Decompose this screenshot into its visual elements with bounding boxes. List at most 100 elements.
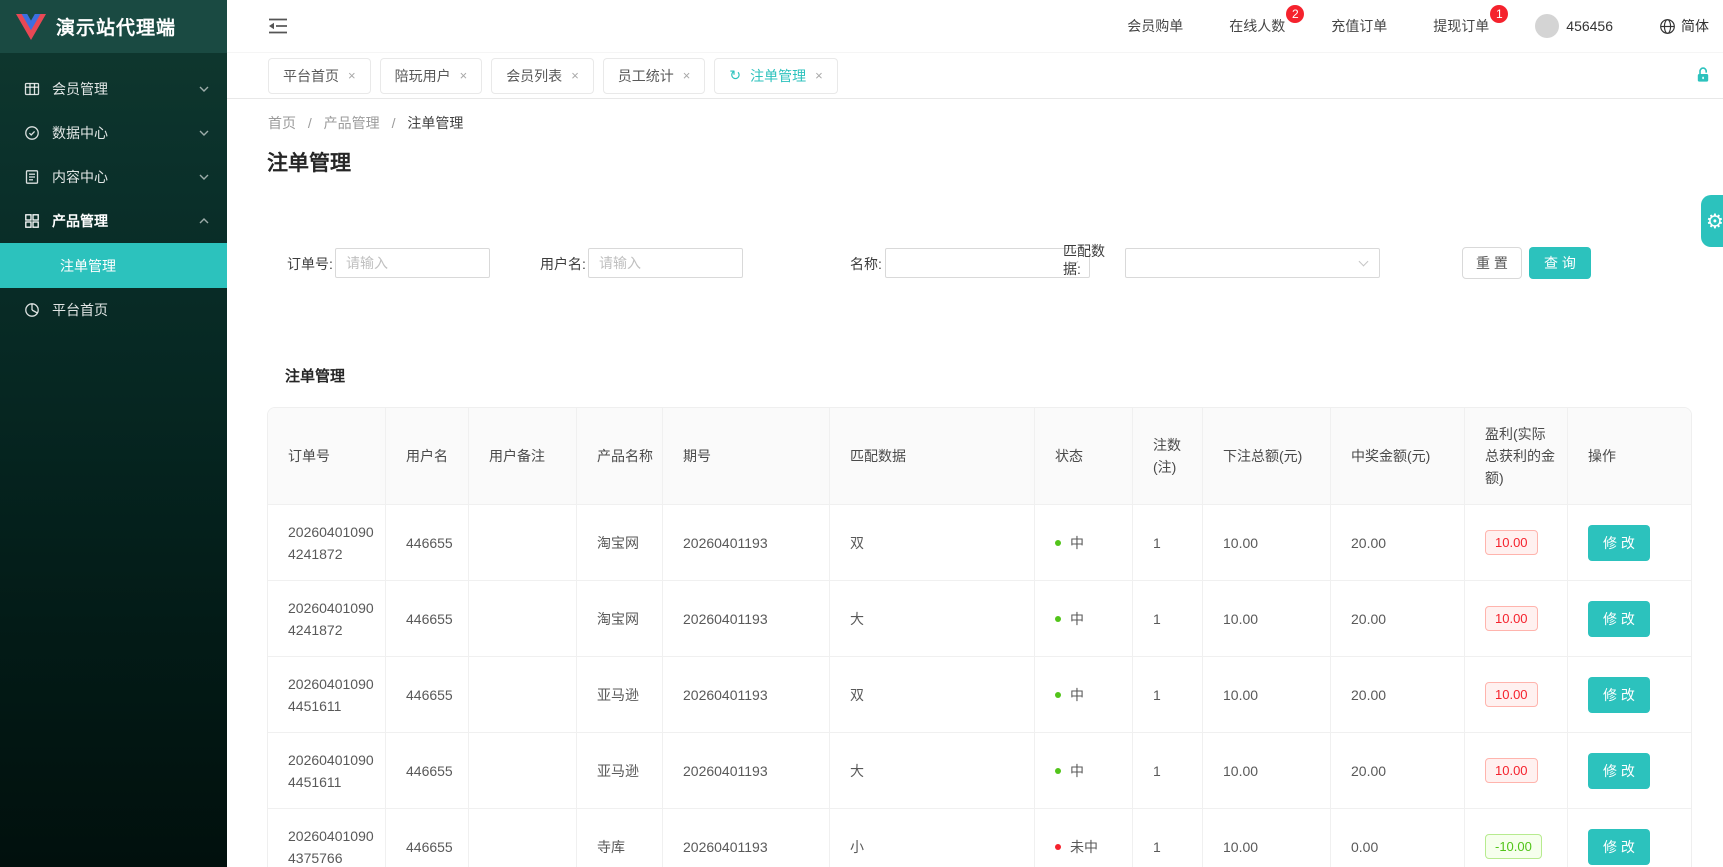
- sidebar-menu: 会员管理 数据中心 内容中心: [0, 53, 227, 332]
- cell-match: 双: [830, 657, 1035, 733]
- modify-button[interactable]: 修 改: [1588, 677, 1650, 713]
- status-dot: [1055, 768, 1061, 774]
- breadcrumb-separator: /: [308, 115, 312, 131]
- cell-status: 中: [1035, 581, 1133, 657]
- lock-icon[interactable]: [1695, 67, 1711, 84]
- status-text: 中: [1070, 608, 1084, 630]
- match-data-select[interactable]: [1125, 248, 1380, 278]
- globe-icon: [1659, 18, 1676, 35]
- breadcrumb-current: 注单管理: [407, 115, 463, 131]
- cell-product: 寺库: [577, 809, 663, 867]
- match-data-label: 匹配数据:: [1063, 242, 1115, 278]
- cell-action: 修 改: [1568, 581, 1692, 657]
- tab-platform-home[interactable]: 平台首页 ×: [268, 58, 371, 94]
- sidebar-item-bet-management[interactable]: 注单管理: [0, 243, 227, 288]
- modify-button[interactable]: 修 改: [1588, 525, 1650, 561]
- sidebar-item-label: 会员管理: [52, 79, 108, 99]
- status-dot: [1055, 692, 1061, 698]
- cell-remark: [469, 733, 577, 809]
- cell-status: 中: [1035, 505, 1133, 581]
- topbar-link-recharge-orders[interactable]: 充值订单: [1331, 16, 1387, 36]
- bet-table: 订单号 用户名 用户备注 产品名称 期号 匹配数据 状态 注数(注) 下注总额(…: [267, 407, 1692, 867]
- breadcrumb-product-management[interactable]: 产品管理: [324, 115, 380, 131]
- document-icon: [24, 169, 40, 185]
- col-header-action: 操作: [1568, 408, 1692, 505]
- cell-status: 中: [1035, 657, 1133, 733]
- cell-match: 大: [830, 581, 1035, 657]
- search-button[interactable]: 查 询: [1529, 247, 1591, 279]
- username-input[interactable]: [588, 248, 743, 278]
- cell-match: 双: [830, 505, 1035, 581]
- app-title: 演示站代理端: [56, 13, 176, 40]
- settings-gear-button[interactable]: ⚙: [1701, 195, 1723, 247]
- modify-button[interactable]: 修 改: [1588, 601, 1650, 637]
- order-no-label: 订单号:: [287, 249, 333, 279]
- profit-badge: 10.00: [1485, 758, 1538, 783]
- cell-username: 446655: [386, 581, 469, 657]
- cell-bets: 1: [1133, 581, 1203, 657]
- status-text: 未中: [1070, 836, 1098, 858]
- order-no-input[interactable]: [335, 248, 490, 278]
- cell-remark: [469, 657, 577, 733]
- page-title: 注单管理: [267, 147, 351, 177]
- cell-issue: 20260401193: [663, 657, 830, 733]
- sidebar-item-label: 产品管理: [52, 211, 108, 231]
- sidebar-item-content-center[interactable]: 内容中心: [0, 155, 227, 199]
- close-icon[interactable]: ×: [683, 68, 691, 83]
- tab-staff-stats[interactable]: 员工统计 ×: [603, 58, 706, 94]
- cell-product: 淘宝网: [577, 581, 663, 657]
- tab-play-users[interactable]: 陪玩用户 ×: [380, 58, 483, 94]
- cell-username: 446655: [386, 505, 469, 581]
- collapse-menu-icon[interactable]: [268, 17, 288, 35]
- table-row: 202604010904451611 446655 亚马逊 2026040119…: [268, 733, 1692, 809]
- topbar-link-label: 提现订单: [1433, 18, 1489, 34]
- col-header-match: 匹配数据: [830, 408, 1035, 505]
- main-content: 首页 / 产品管理 / 注单管理 注单管理 订单号: 用户名: 名称: 匹配数据…: [227, 99, 1723, 867]
- cell-product: 亚马逊: [577, 733, 663, 809]
- modify-button[interactable]: 修 改: [1588, 753, 1650, 789]
- tab-label: 陪玩用户: [395, 66, 451, 86]
- cell-remark: [469, 809, 577, 867]
- cell-win-amount: 20.00: [1331, 505, 1465, 581]
- refresh-icon[interactable]: ↻: [729, 68, 741, 84]
- cell-issue: 20260401193: [663, 809, 830, 867]
- breadcrumb: 首页 / 产品管理 / 注单管理: [268, 113, 463, 133]
- cell-order-no: 202604010904375766: [268, 809, 386, 867]
- cell-bet-total: 10.00: [1203, 581, 1331, 657]
- table-row: 202604010904451611 446655 亚马逊 2026040119…: [268, 657, 1692, 733]
- topbar-link-online-users[interactable]: 在线人数 2: [1229, 16, 1285, 36]
- sidebar-item-product-management[interactable]: 产品管理: [0, 199, 227, 243]
- user-menu[interactable]: 456456: [1535, 14, 1613, 38]
- close-icon[interactable]: ×: [460, 68, 468, 83]
- sidebar-item-label: 注单管理: [60, 256, 116, 276]
- sidebar-item-label: 平台首页: [52, 300, 108, 320]
- sidebar-item-platform-home[interactable]: 平台首页: [0, 288, 227, 332]
- sidebar-item-member-management[interactable]: 会员管理: [0, 67, 227, 111]
- topbar-link-label: 充值订单: [1331, 18, 1387, 34]
- close-icon[interactable]: ×: [348, 68, 356, 83]
- topbar: 会员购单 在线人数 2 充值订单 提现订单 1 456456 简体: [227, 0, 1723, 53]
- tabbar: 平台首页 × 陪玩用户 × 会员列表 × 员工统计 × ↻ 注单管理 ×: [227, 53, 1723, 99]
- topbar-link-member-orders[interactable]: 会员购单: [1127, 16, 1183, 36]
- language-switcher[interactable]: 简体: [1659, 16, 1709, 36]
- name-select[interactable]: [885, 248, 1090, 278]
- close-icon[interactable]: ×: [815, 68, 823, 83]
- cell-username: 446655: [386, 733, 469, 809]
- check-circle-icon: [24, 125, 40, 141]
- reset-button[interactable]: 重 置: [1462, 247, 1522, 279]
- modify-button[interactable]: 修 改: [1588, 829, 1650, 865]
- logo-band: 演示站代理端: [0, 0, 227, 53]
- cell-status: 未中: [1035, 809, 1133, 867]
- pie-chart-icon: [24, 302, 40, 318]
- tab-label: 会员列表: [506, 66, 562, 86]
- topbar-link-withdraw-orders[interactable]: 提现订单 1: [1433, 16, 1489, 36]
- tab-bet-management[interactable]: ↻ 注单管理 ×: [714, 58, 837, 94]
- sidebar-item-data-center[interactable]: 数据中心: [0, 111, 227, 155]
- tab-label: 员工统计: [618, 66, 674, 86]
- cell-win-amount: 20.00: [1331, 657, 1465, 733]
- cell-status: 中: [1035, 733, 1133, 809]
- breadcrumb-home[interactable]: 首页: [268, 115, 296, 131]
- close-icon[interactable]: ×: [571, 68, 579, 83]
- tab-member-list[interactable]: 会员列表 ×: [491, 58, 594, 94]
- cell-order-no: 202604010904451611: [268, 657, 386, 733]
